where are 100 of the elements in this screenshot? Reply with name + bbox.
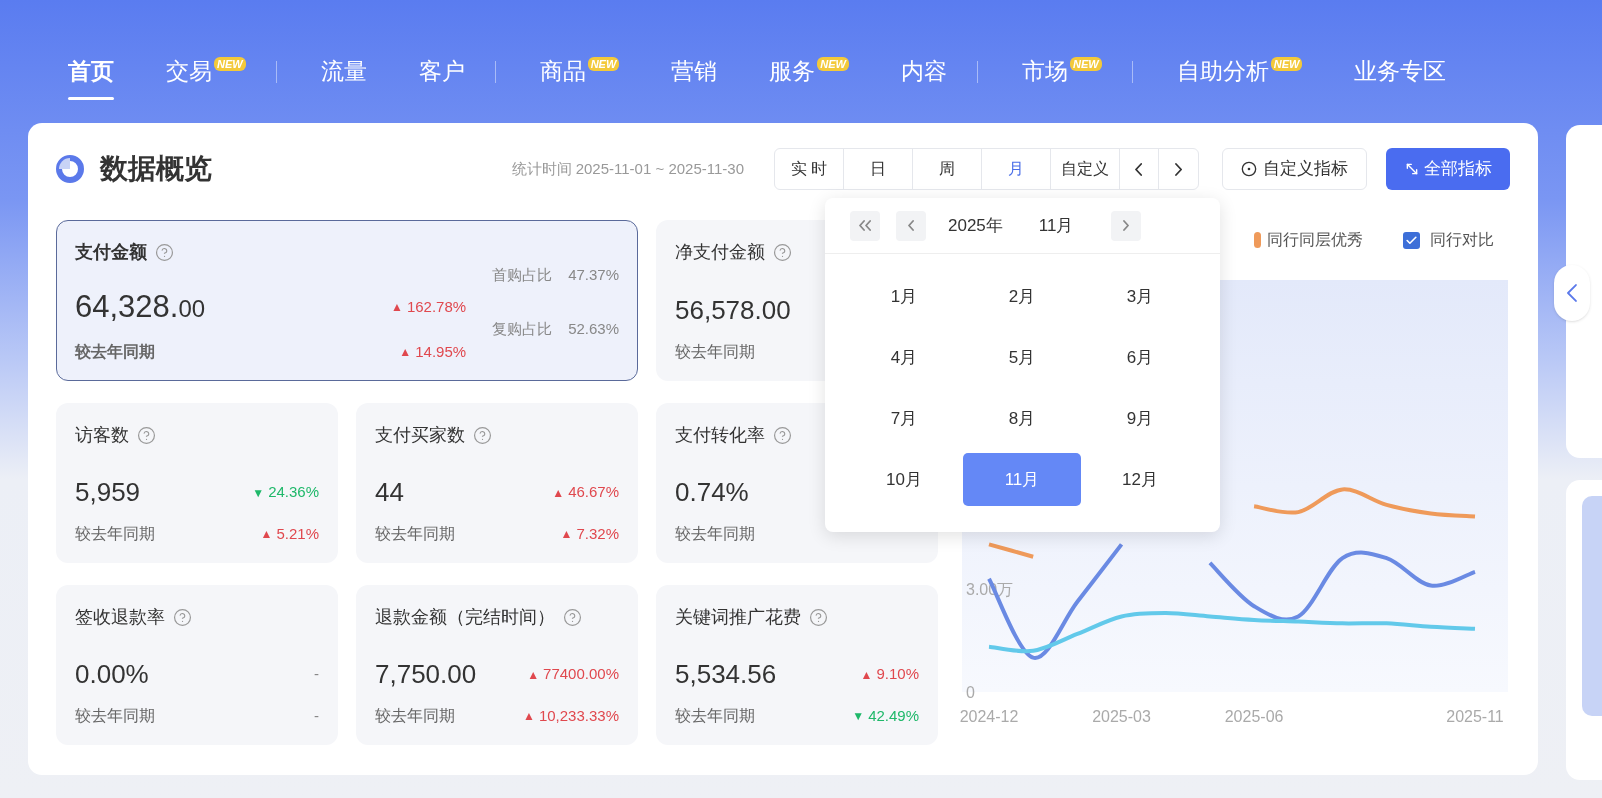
- month-option[interactable]: 9月: [1081, 392, 1199, 445]
- month-option[interactable]: 3月: [1081, 270, 1199, 323]
- help-icon[interactable]: [563, 608, 582, 627]
- ratio-value: 52.63%: [568, 319, 619, 339]
- metric-value: 7,750.00: [375, 658, 477, 691]
- change-value: 5.21%: [276, 523, 319, 544]
- year-label[interactable]: 2025年: [948, 212, 1003, 239]
- settings-icon: [1241, 161, 1257, 177]
- new-badge: NEW: [587, 56, 620, 71]
- metric-value: 56,578.00: [675, 294, 791, 327]
- change-value: 7.32%: [576, 523, 619, 544]
- trend-arrow-icon: ▲: [391, 297, 403, 316]
- custom-metrics-button[interactable]: 自定义指标: [1222, 148, 1367, 190]
- axis-label: 2025-06: [1224, 708, 1284, 725]
- month-option[interactable]: 12月: [1081, 453, 1199, 506]
- month-option[interactable]: 5月: [963, 331, 1081, 384]
- previous-month-button[interactable]: [896, 210, 926, 241]
- chevron-right-icon: [1123, 220, 1130, 231]
- range-tab[interactable]: 日: [844, 149, 913, 189]
- metric-title: 支付转化率: [675, 424, 765, 447]
- change-value: 42.49%: [868, 705, 919, 726]
- metric-card[interactable]: 支付买家数 44 ▲ 46.67% 较去年同期 ▲ 7.32%: [356, 403, 638, 563]
- compare-label: 较去年同期: [675, 524, 755, 544]
- trend-arrow-icon: ▼: [852, 707, 865, 725]
- trend-arrow-icon: ▲: [523, 707, 535, 725]
- chevron-left-icon: [1567, 284, 1577, 302]
- metric-title: 支付金额: [75, 241, 147, 264]
- metric-title: 签收退款率: [75, 606, 165, 629]
- compare-checkbox[interactable]: [1403, 231, 1420, 249]
- change-value: 9.10%: [876, 664, 919, 685]
- axis-label: 2025-03: [1092, 708, 1151, 725]
- next-month-button[interactable]: [1111, 210, 1142, 241]
- ratio-label: 复购占比: [492, 319, 553, 339]
- help-icon[interactable]: [773, 426, 792, 445]
- metric-card[interactable]: 签收退款率 0.00% - 较去年同期 -: [56, 585, 338, 745]
- help-icon[interactable]: [155, 243, 174, 262]
- help-icon[interactable]: [173, 608, 192, 627]
- compare-label: 较去年同期: [75, 706, 155, 726]
- month-option[interactable]: 8月: [963, 392, 1081, 445]
- change-value: -: [314, 705, 319, 726]
- range-tab[interactable]: 自定义: [1051, 149, 1120, 189]
- pie-chart-icon: [56, 155, 84, 183]
- change-value: 10,233.33%: [538, 705, 619, 726]
- new-badge: NEW: [214, 56, 246, 71]
- trend-arrow-icon: ▲: [527, 665, 540, 684]
- axis-label: 2025-11: [1446, 708, 1504, 725]
- metric-value: 0.74%: [675, 476, 749, 509]
- metric-title: 关键词推广花费: [675, 606, 801, 629]
- range-tab[interactable]: 周: [913, 149, 982, 189]
- ratio-label: 首购占比: [492, 264, 553, 285]
- trend-arrow-icon: ▲: [560, 525, 573, 543]
- chevron-left-icon: [907, 220, 914, 231]
- compare-label: 较去年同期: [375, 706, 455, 726]
- all-metrics-button[interactable]: 全部指标: [1386, 148, 1510, 190]
- help-icon[interactable]: [137, 426, 156, 445]
- metric-value: 44: [375, 476, 404, 509]
- axis-label: 2024-12: [960, 708, 1019, 725]
- new-badge: NEW: [1070, 56, 1102, 71]
- change-value: 77400.00%: [543, 664, 619, 685]
- compare-label: 较去年同期: [75, 342, 155, 362]
- expand-icon: [1404, 161, 1420, 177]
- month-label[interactable]: 11月: [1038, 212, 1074, 239]
- check-icon: [1405, 233, 1418, 247]
- change-value: 24.36%: [268, 482, 319, 503]
- section-title: 数据概览: [100, 152, 212, 186]
- change-value: 162.78%: [406, 296, 467, 317]
- metric-value: 5,959: [75, 476, 141, 509]
- metric-value: 64,328.00: [75, 287, 206, 326]
- trend-arrow-icon: ▼: [252, 483, 265, 502]
- change-value: 46.67%: [568, 482, 619, 503]
- metric-card[interactable]: 关键词推广花费 5,534.56 ▲ 9.10% 较去年同期 ▼ 42.49%: [656, 585, 938, 745]
- range-tab[interactable]: 实 时: [775, 149, 844, 189]
- help-icon[interactable]: [773, 243, 792, 262]
- metric-title: 访客数: [75, 424, 129, 447]
- month-option[interactable]: 6月: [1081, 331, 1199, 384]
- compare-label: 较去年同期: [675, 706, 755, 726]
- new-badge: NEW: [817, 56, 849, 71]
- metric-value: 5,534.56: [675, 658, 777, 691]
- metric-title: 退款金额（完结时间）: [375, 606, 555, 629]
- metric-card[interactable]: 支付金额 64,328.00 ▲ 162.78% 较去年同期 ▲ 14.95% 首购占比 47.37% 复购占比 52.63%: [56, 220, 638, 381]
- help-icon[interactable]: [809, 608, 828, 627]
- chevron-left-icon: [1135, 162, 1143, 176]
- compare-label: 较去年同期: [375, 524, 455, 544]
- metric-card[interactable]: 退款金额（完结时间） 7,750.00 ▲ 77400.00% 较去年同期 ▲ 10,233.33%: [356, 585, 638, 745]
- double-chevron-left-icon: [858, 220, 872, 231]
- legend-label: 同行同层优秀: [1267, 230, 1363, 250]
- checkbox-label: 同行对比: [1430, 230, 1494, 250]
- ratio-value: 47.37%: [568, 264, 619, 285]
- new-badge: NEW: [1270, 56, 1303, 71]
- metric-card[interactable]: 访客数 5,959 ▼ 24.36% 较去年同期 ▲ 5.21%: [56, 403, 338, 563]
- metric-title: 净支付金额: [675, 241, 765, 264]
- carousel-previous-button[interactable]: [1554, 265, 1590, 321]
- previous-year-button[interactable]: [850, 210, 880, 241]
- metric-value: 0.00%: [75, 658, 149, 691]
- help-icon[interactable]: [473, 426, 492, 445]
- month-option[interactable]: 2月: [963, 270, 1081, 323]
- axis-label: 0: [966, 684, 975, 701]
- range-tab[interactable]: 月: [982, 149, 1051, 189]
- trend-arrow-icon: ▲: [860, 665, 873, 684]
- trend-arrow-icon: ▲: [552, 483, 565, 502]
